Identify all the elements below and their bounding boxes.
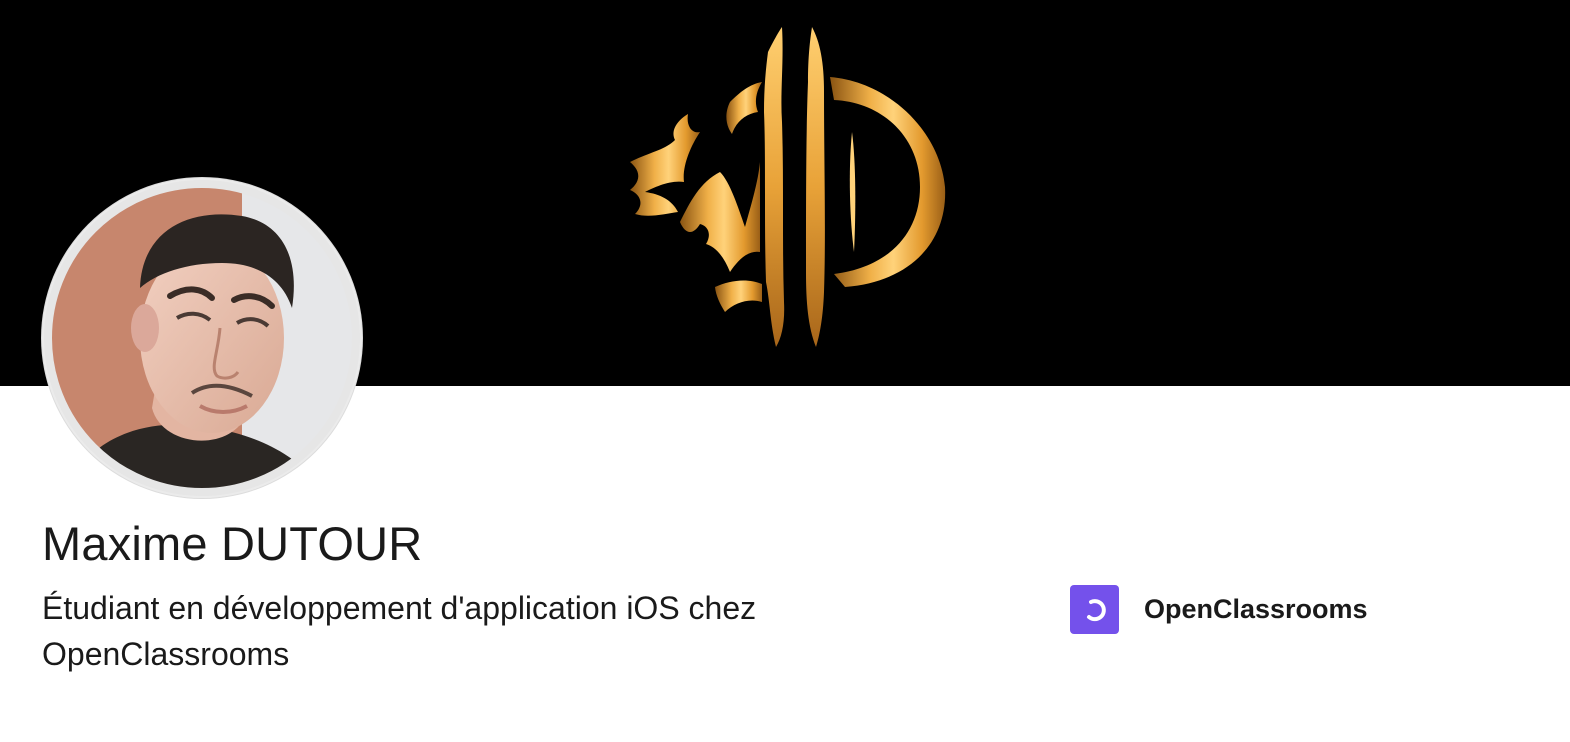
organization-name: OpenClassrooms [1144, 594, 1368, 624]
openclassrooms-logo-icon [1070, 585, 1119, 634]
avatar[interactable] [42, 178, 362, 498]
profile-headline: Étudiant en développement d'application … [42, 590, 757, 672]
md-monogram-logo [630, 27, 946, 347]
profile-card: Maxime DUTOUR Étudiant en développement … [0, 0, 1570, 742]
profile-name: Maxime DUTOUR [42, 517, 423, 570]
profile-photo [42, 178, 362, 498]
organization-link[interactable]: OpenClassrooms [1070, 585, 1368, 634]
